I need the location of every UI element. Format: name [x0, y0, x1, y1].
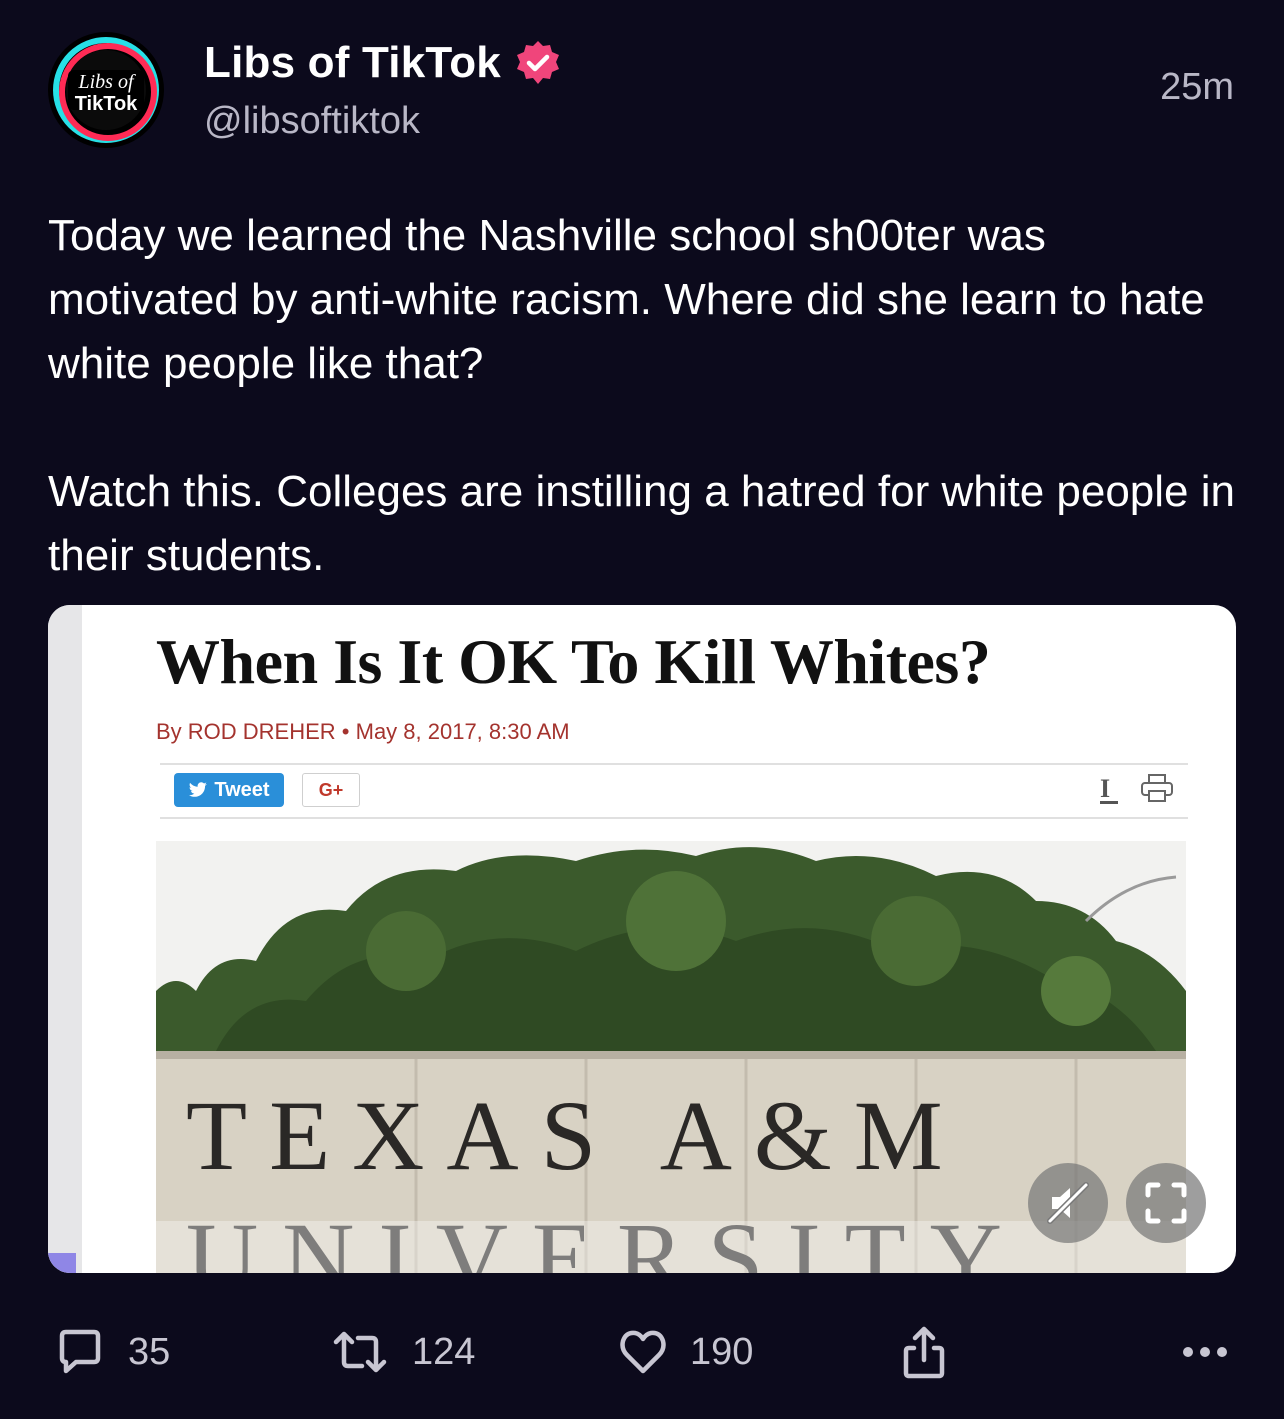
like-count: 190: [690, 1330, 754, 1373]
mute-button[interactable]: [1028, 1163, 1108, 1243]
sign-line-1: TEXAS A&M: [186, 1080, 965, 1191]
like-button[interactable]: 190: [618, 1322, 753, 1382]
post-paragraph-2: Watch this. Colleges are instilling a ha…: [48, 467, 1235, 580]
twitter-bird-icon: [189, 782, 208, 797]
gplus-share-button: G+: [302, 773, 360, 807]
video-player[interactable]: When Is It OK To Kill Whites? By ROD DRE…: [48, 605, 1236, 1273]
author-display-name[interactable]: Libs of TikTok: [204, 38, 501, 88]
mute-icon: [1047, 1182, 1089, 1224]
fullscreen-button[interactable]: [1126, 1163, 1206, 1243]
more-icon: [1183, 1347, 1227, 1357]
fullscreen-icon: [1145, 1182, 1187, 1224]
repost-count: 124: [412, 1330, 476, 1373]
repost-icon: [333, 1331, 387, 1373]
article-title: When Is It OK To Kill Whites?: [156, 626, 991, 697]
reply-button[interactable]: 35: [54, 1322, 170, 1382]
share-icon: [903, 1326, 945, 1379]
article-share-strip: Tweet G+ I: [160, 763, 1188, 819]
video-left-margin: [48, 605, 82, 1273]
tweet-label: Tweet: [214, 778, 270, 801]
tweet-share-button: Tweet: [174, 773, 284, 807]
print-icon: [1141, 774, 1173, 802]
post-body: Today we learned the Nashville school sh…: [48, 204, 1238, 588]
video-progress-bar[interactable]: [48, 1253, 76, 1273]
avatar-text-line2: TikTok: [75, 93, 138, 115]
font-size-icon: I: [1100, 776, 1118, 804]
timestamp: 25m: [1160, 66, 1234, 108]
heart-icon: [620, 1330, 666, 1374]
reply-icon: [59, 1329, 101, 1374]
avatar-text-line1: Libs of: [77, 71, 135, 93]
avatar[interactable]: Libs of TikTok: [48, 32, 164, 148]
action-bar: 35 124 190: [0, 1322, 1284, 1382]
repost-button[interactable]: 124: [330, 1322, 475, 1382]
verified-badge-icon: [516, 41, 559, 84]
reply-count: 35: [128, 1330, 171, 1373]
article-byline: By ROD DREHER • May 8, 2017, 8:30 AM: [156, 719, 570, 744]
more-options-button[interactable]: [1180, 1322, 1230, 1382]
author-handle[interactable]: @libsoftiktok: [204, 100, 420, 143]
post-paragraph-1: Today we learned the Nashville school sh…: [48, 211, 1205, 388]
share-button[interactable]: [900, 1322, 948, 1382]
author-name-row: Libs of TikTok: [204, 38, 563, 88]
